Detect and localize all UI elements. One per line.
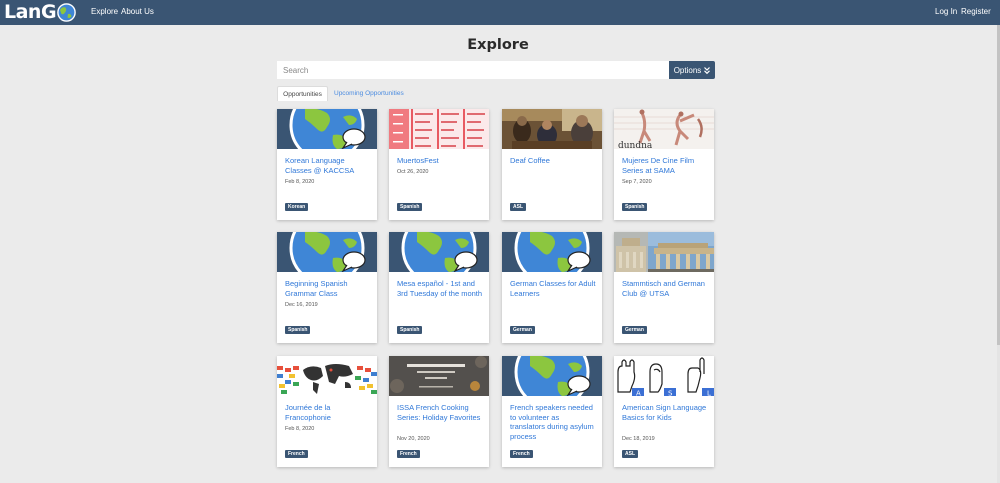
card-image-globe [502, 356, 602, 396]
opportunity-card[interactable]: Mesa español - 1st and 3rd Tuesday of th… [389, 232, 489, 343]
card-date: Nov 20, 2020 [397, 435, 430, 442]
card-title[interactable]: American Sign Language Basics for Kids [622, 403, 708, 422]
card-title[interactable]: Deaf Coffee [510, 156, 596, 166]
card-image-world-map [277, 356, 377, 396]
card-date: Oct 26, 2020 [397, 169, 429, 175]
opportunity-card[interactable]: Korean Language Classes @ KACCSA Feb 8, … [277, 109, 377, 220]
language-badge: Spanish [397, 326, 423, 334]
card-image-globe [502, 232, 602, 272]
language-badge: Spanish [622, 203, 648, 211]
card-image-brandenburg-gate [614, 232, 714, 272]
card-title[interactable]: Mujeres De Cine Film Series at SAMA [622, 156, 708, 175]
lango-logo[interactable]: LanG [4, 1, 76, 24]
tab-upcoming-opportunities[interactable]: Upcoming Opportunities [334, 86, 404, 101]
card-image-cafe [502, 109, 602, 149]
opportunity-card[interactable]: A S L American Sign Language Basics for … [614, 356, 714, 467]
tab-opportunities[interactable]: Opportunities [277, 86, 328, 101]
card-title[interactable]: ISSA French Cooking Series: Holiday Favo… [397, 403, 483, 422]
opportunity-card[interactable]: Deaf Coffee ASL [502, 109, 602, 220]
card-title[interactable]: MuertosFest [397, 156, 483, 166]
svg-text:S: S [668, 390, 673, 397]
options-label: Options [673, 65, 702, 75]
card-image-globe [277, 109, 377, 149]
double-chevron-down-icon [704, 66, 711, 74]
card-title[interactable]: German Classes for Adult Learners [510, 279, 596, 298]
card-image-schedule [389, 109, 489, 149]
language-badge: Spanish [397, 203, 423, 211]
card-title[interactable]: Journée de la Francophonie [285, 403, 371, 422]
globe-icon [57, 3, 76, 22]
svg-text:dundna: dundna [618, 141, 653, 149]
svg-text:A: A [636, 390, 641, 397]
language-badge: Spanish [285, 326, 311, 334]
language-badge: French [510, 450, 533, 458]
card-image-globe [277, 232, 377, 272]
opportunity-card[interactable]: Stammtisch and German Club @ UTSA German [614, 232, 714, 343]
card-title[interactable]: Stammtisch and German Club @ UTSA [622, 279, 708, 298]
card-date: Feb 8, 2020 [285, 179, 315, 185]
top-navbar: LanG Explore About Us Log In Register [0, 0, 1000, 25]
language-badge: German [510, 326, 535, 334]
card-date: Dec 18, 2019 [622, 435, 655, 442]
card-image-asl-hands: A S L [614, 356, 714, 396]
opportunity-card[interactable]: ISSA French Cooking Series: Holiday Favo… [389, 356, 489, 467]
nav-login-link[interactable]: Log In [935, 7, 957, 17]
card-title[interactable]: Beginning Spanish Grammar Class [285, 279, 371, 298]
search-input[interactable] [277, 61, 669, 79]
language-badge: ASL [622, 450, 638, 458]
opportunity-card[interactable]: French speakers needed to volunteer as t… [502, 356, 602, 467]
logo-text: LanG [4, 1, 57, 23]
language-badge: French [285, 450, 308, 458]
card-image-globe [389, 232, 489, 272]
nav-explore-link[interactable]: Explore [91, 7, 118, 17]
opportunity-card[interactable]: dundna Mujeres De Cine Film Series at SA… [614, 109, 714, 220]
page-title: Explore [467, 37, 529, 53]
opportunity-card[interactable]: Beginning Spanish Grammar Class Dec 16, … [277, 232, 377, 343]
card-image-cooking [389, 356, 489, 396]
options-button[interactable]: Options [669, 61, 715, 79]
card-title[interactable]: Mesa español - 1st and 3rd Tuesday of th… [397, 279, 483, 298]
nav-register-link[interactable]: Register [961, 7, 991, 17]
opportunity-card[interactable]: German Classes for Adult Learners German [502, 232, 602, 343]
language-badge: German [622, 326, 647, 334]
card-date: Dec 16, 2019 [285, 302, 318, 308]
opportunity-card[interactable]: MuertosFest Oct 26, 2020 Spanish [389, 109, 489, 220]
language-badge: Korean [285, 203, 309, 211]
card-title[interactable]: Korean Language Classes @ KACCSA [285, 156, 371, 175]
opportunity-card[interactable]: Journée de la Francophonie Feb 8, 2020 F… [277, 356, 377, 467]
card-date: Feb 8, 2020 [285, 426, 315, 432]
card-title[interactable]: French speakers needed to volunteer as t… [510, 403, 596, 441]
svg-text:L: L [707, 390, 711, 397]
nav-about-link[interactable]: About Us [121, 7, 154, 17]
language-badge: ASL [510, 203, 526, 211]
card-image-dancers: dundna [614, 109, 714, 149]
card-date: Sep 7, 2020 [622, 179, 652, 185]
language-badge: French [397, 450, 420, 458]
